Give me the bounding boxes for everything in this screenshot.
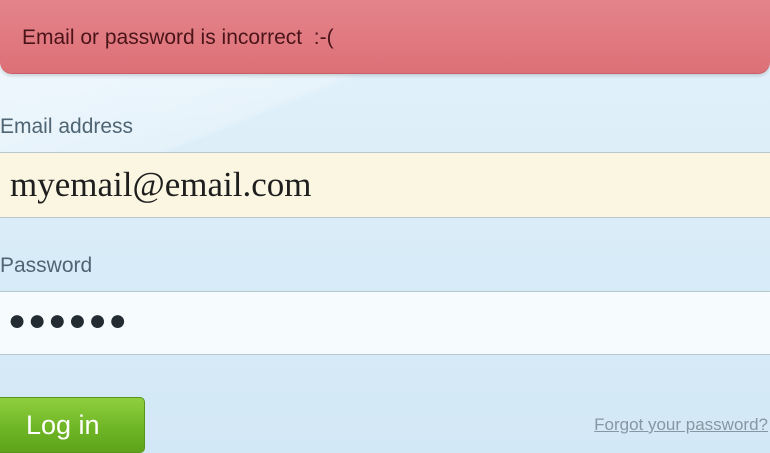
error-message: Email or password is incorrect :-( (22, 26, 334, 49)
login-button[interactable]: Log in (0, 397, 145, 453)
password-field-value[interactable]: ●●●●●● (8, 304, 129, 338)
email-label: Email address (0, 115, 134, 138)
password-label: Password (0, 254, 93, 277)
email-field[interactable]: myemail@email.com (0, 152, 770, 218)
forgot-password-link[interactable]: Forgot your password? (594, 415, 768, 435)
email-field-value[interactable]: myemail@email.com (10, 165, 311, 205)
password-field[interactable]: ●●●●●● (0, 291, 770, 355)
error-alert: Email or password is incorrect :-( (0, 0, 770, 74)
